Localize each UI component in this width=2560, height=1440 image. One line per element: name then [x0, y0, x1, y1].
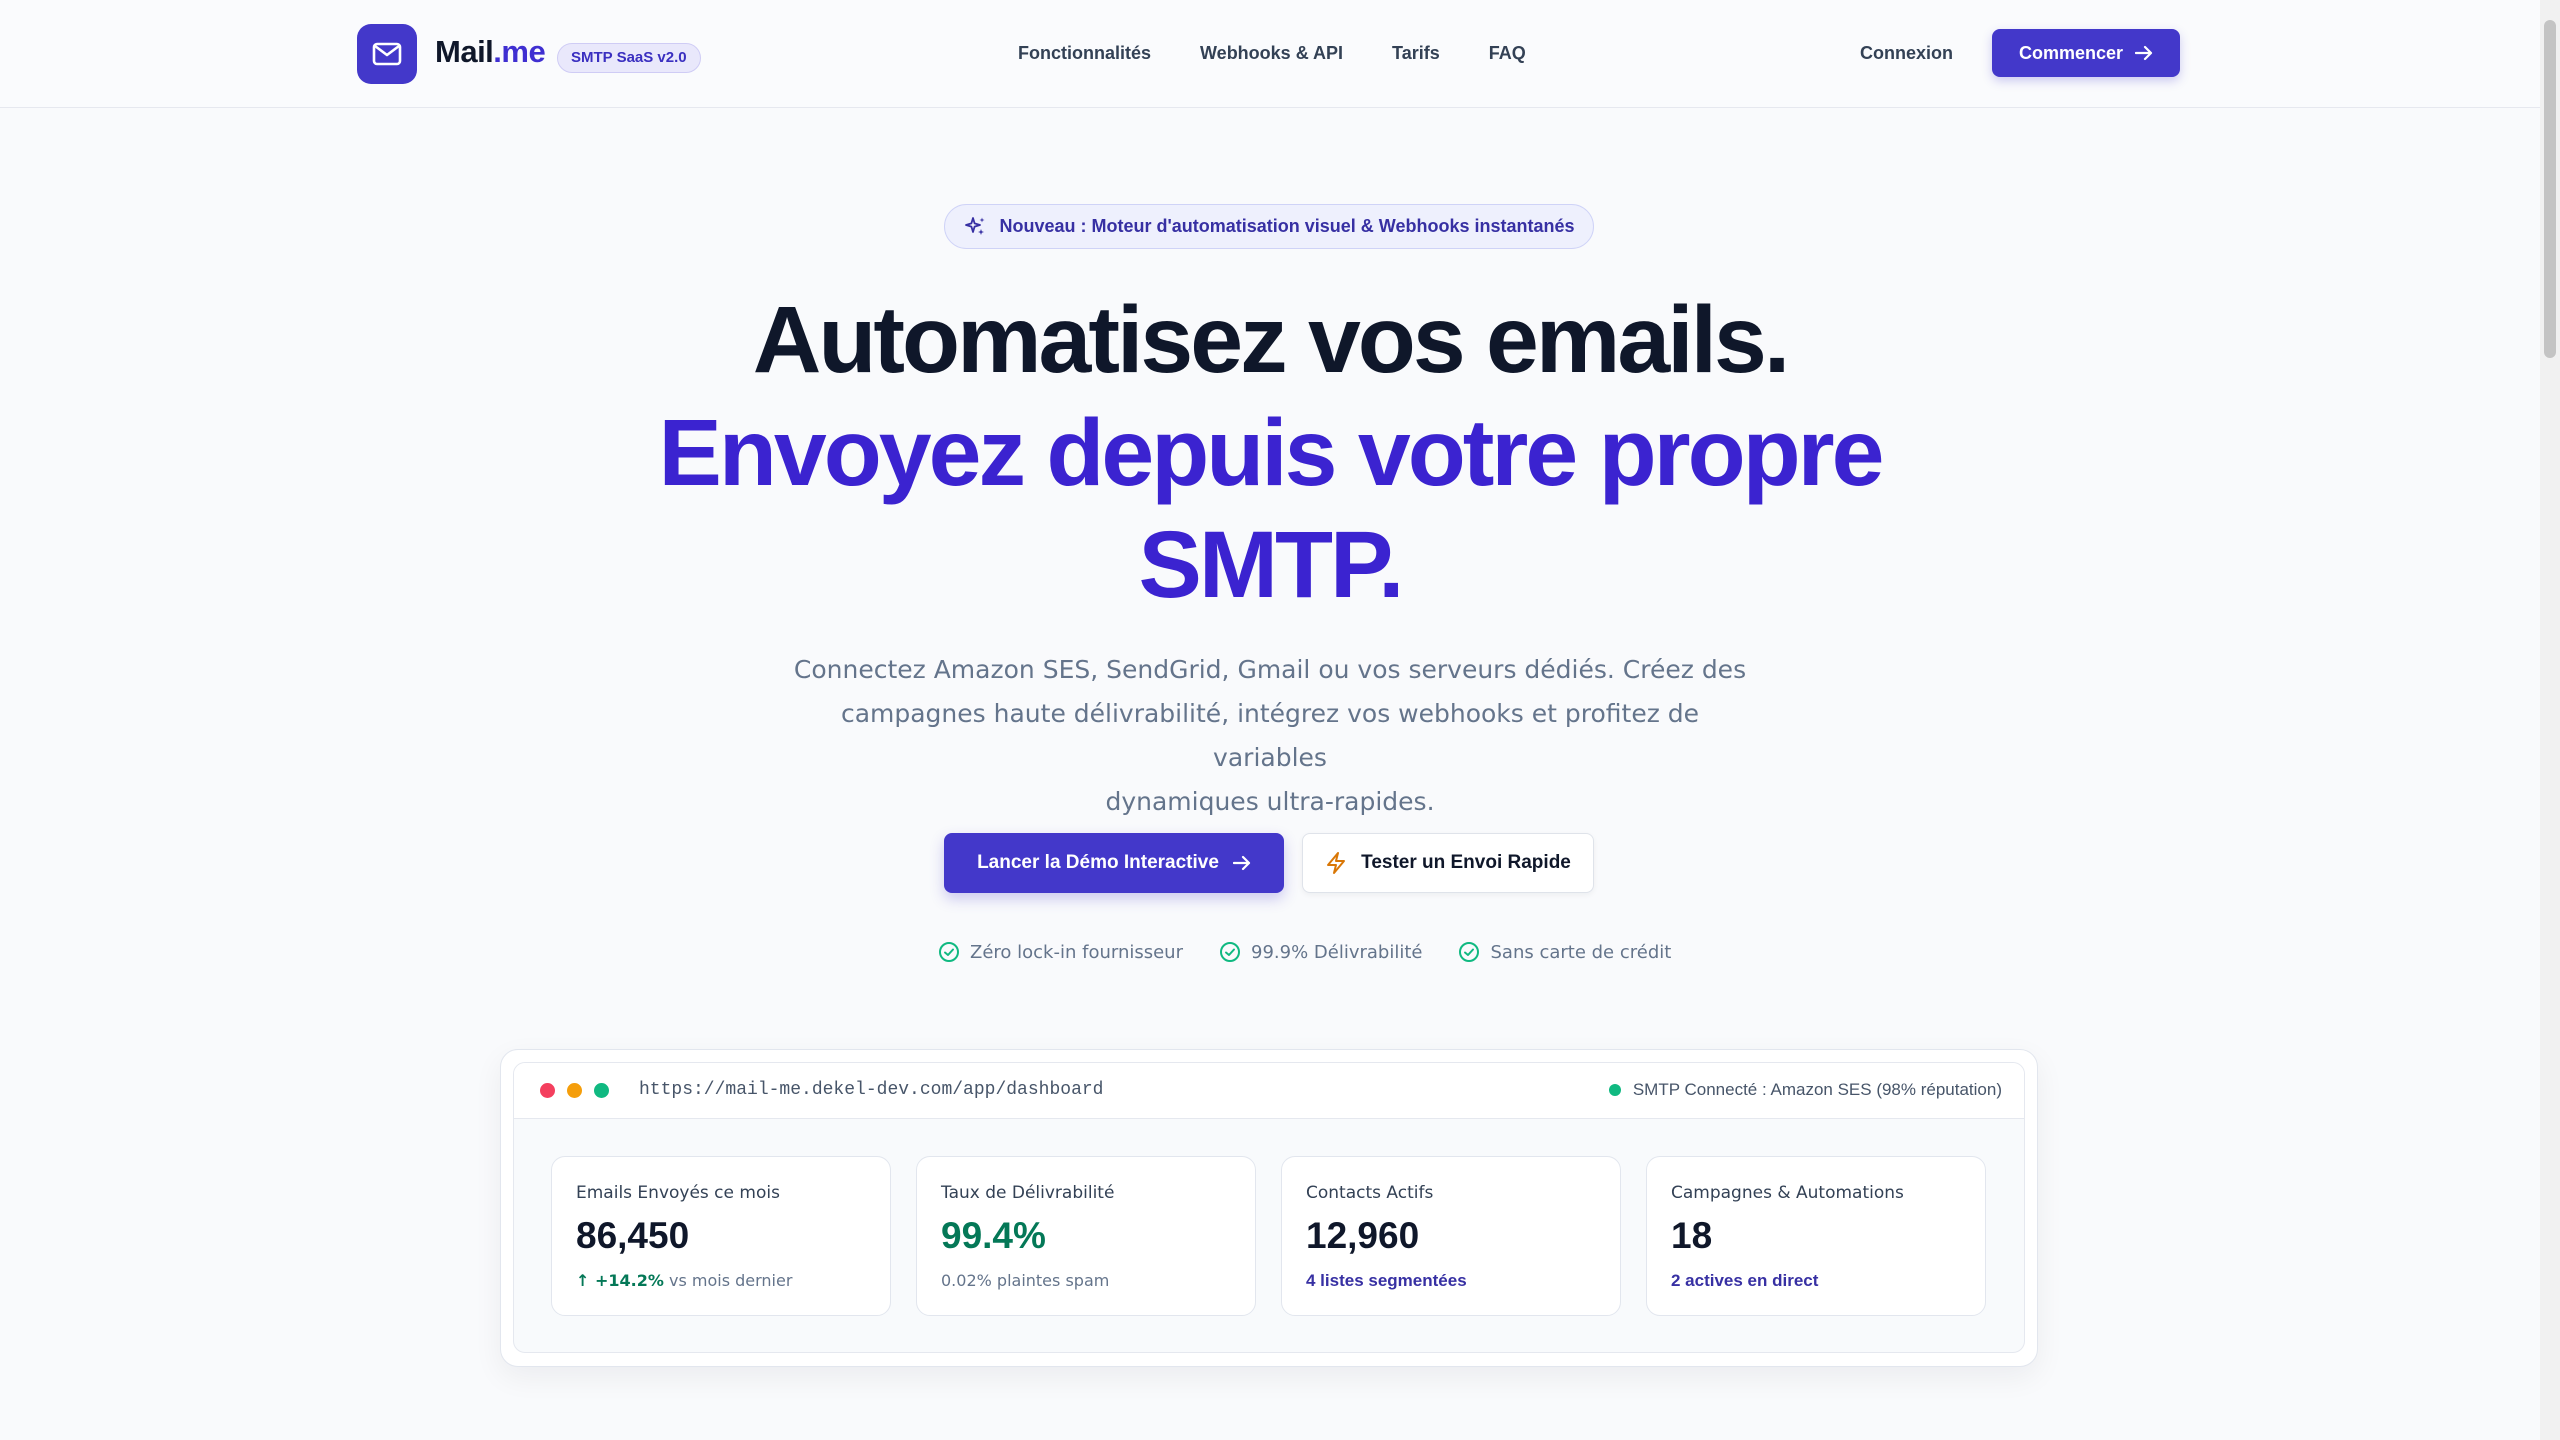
stat-note-text: vs mois dernier [668, 1271, 793, 1290]
check-circle-icon [1459, 942, 1480, 962]
brand-name-main: Mail [435, 34, 494, 69]
stat-value: 99.4% [941, 1215, 1046, 1256]
trust-item: Sans carte de crédit [1458, 941, 1671, 963]
trust-item-label: Zéro lock-in fournisseur [970, 941, 1183, 963]
logo-mail-icon[interactable] [357, 24, 417, 84]
nav-link-webhooks-api[interactable]: Webhooks & API [1200, 43, 1343, 64]
stat-value: 12,960 [1306, 1215, 1420, 1256]
hero-title-line-1: Automatisez vos emails. [752, 287, 1790, 393]
nav-link-pricing[interactable]: Tarifs [1392, 43, 1440, 64]
nav-links: Fonctionnalités Webhooks & API Tarifs FA… [1018, 43, 1526, 64]
start-button-label: Commencer [2018, 42, 2124, 63]
announcement-pill[interactable]: Nouveau : Moteur d'automatisation visuel… [944, 204, 1594, 249]
dashboard-preview: https://mail-me.dekel-dev.com/app/dashbo… [513, 1062, 2025, 1353]
hero-subtitle-line-1: Connectez Amazon SES, SendGrid, Gmail ou… [793, 655, 1747, 684]
stat-value: 18 [1671, 1215, 1713, 1256]
arrow-right-icon [1232, 855, 1251, 871]
trust-item: Zéro lock-in fournisseur [938, 941, 1183, 963]
trust-badges: Zéro lock-in fournisseur 99.9% Délivrabi… [938, 941, 1671, 963]
envelope-icon [372, 42, 402, 66]
stat-note-link[interactable]: 4 listes segmentées [1306, 1271, 1467, 1291]
window-minimize-dot [567, 1083, 582, 1098]
stat-card-campaigns: Campagnes & Automations 18 2 actives en … [1646, 1156, 1986, 1316]
announcement-text: Nouveau : Moteur d'automatisation visuel… [999, 216, 1575, 236]
stat-card-deliverability: Taux de Délivrabilité 99.4% 0.02% plaint… [916, 1156, 1256, 1316]
start-button[interactable]: Commencer [1992, 29, 2180, 77]
trust-item-label: 99.9% Délivrabilité [1251, 941, 1423, 963]
stat-note: ↑ +14.2% vs mois dernier [576, 1271, 792, 1290]
stat-label: Emails Envoyés ce mois [576, 1183, 780, 1203]
stat-label: Contacts Actifs [1306, 1183, 1434, 1203]
quick-send-button[interactable]: Tester un Envoi Rapide [1302, 833, 1594, 893]
trend-up: ↑ +14.2% [576, 1271, 664, 1290]
hero-subtitle-line-2: campagnes haute délivrabilité, intégrez … [840, 699, 1700, 772]
trust-item: 99.9% Délivrabilité [1219, 941, 1422, 963]
trust-item-label: Sans carte de crédit [1490, 941, 1672, 963]
check-circle-icon [939, 942, 959, 962]
stat-card-active-contacts: Contacts Actifs 12,960 4 listes segmenté… [1281, 1156, 1621, 1316]
hero-title-line-3: SMTP. [1138, 512, 1404, 618]
version-badge: SMTP SaaS v2.0 [557, 43, 701, 73]
arrow-right-icon [2135, 45, 2153, 61]
lightning-icon [1327, 852, 1346, 874]
smtp-status: SMTP Connecté : Amazon SES (98% réputati… [1608, 1080, 2002, 1100]
browser-bar: https://mail-me.dekel-dev.com/app/dashbo… [514, 1063, 2024, 1119]
top-navbar: Mail.me SMTP SaaS v2.0 Fonctionnalités W… [0, 0, 2540, 108]
window-close-dot [540, 1083, 555, 1098]
hero-title-line-2: Envoyez depuis votre propre [658, 400, 1885, 506]
window-maximize-dot [594, 1083, 609, 1098]
brand-name[interactable]: Mail.me [435, 34, 546, 70]
hero-subtitle: Connectez Amazon SES, SendGrid, Gmail ou… [790, 648, 1750, 824]
launch-demo-button[interactable]: Lancer la Démo Interactive [944, 833, 1284, 893]
stat-note: 0.02% plaintes spam [941, 1271, 1110, 1290]
nav-link-features[interactable]: Fonctionnalités [1018, 43, 1151, 64]
quick-send-label: Tester un Envoi Rapide [1361, 852, 1571, 873]
status-dot-icon [1608, 1084, 1621, 1096]
stat-label: Campagnes & Automations [1671, 1183, 1904, 1203]
smtp-status-text: SMTP Connecté : Amazon SES (98% réputati… [1632, 1080, 2002, 1099]
launch-demo-label: Lancer la Démo Interactive [977, 852, 1219, 873]
stat-card-emails-sent: Emails Envoyés ce mois 86,450 ↑ +14.2% v… [551, 1156, 891, 1316]
stat-label: Taux de Délivrabilité [941, 1183, 1115, 1203]
scrollbar-thumb[interactable] [2544, 20, 2556, 358]
nav-link-faq[interactable]: FAQ [1489, 43, 1526, 64]
address-bar-url[interactable]: https://mail-me.dekel-dev.com/app/dashbo… [639, 1080, 1103, 1100]
brand-name-suffix: .me [493, 34, 546, 69]
login-link[interactable]: Connexion [1860, 43, 1953, 64]
check-circle-icon [1220, 942, 1240, 962]
hero-subtitle-line-3: dynamiques ultra-rapides. [1105, 787, 1435, 816]
stat-note-link[interactable]: 2 actives en direct [1671, 1271, 1818, 1291]
stat-value: 86,450 [576, 1215, 690, 1256]
sparkles-icon [965, 216, 985, 235]
